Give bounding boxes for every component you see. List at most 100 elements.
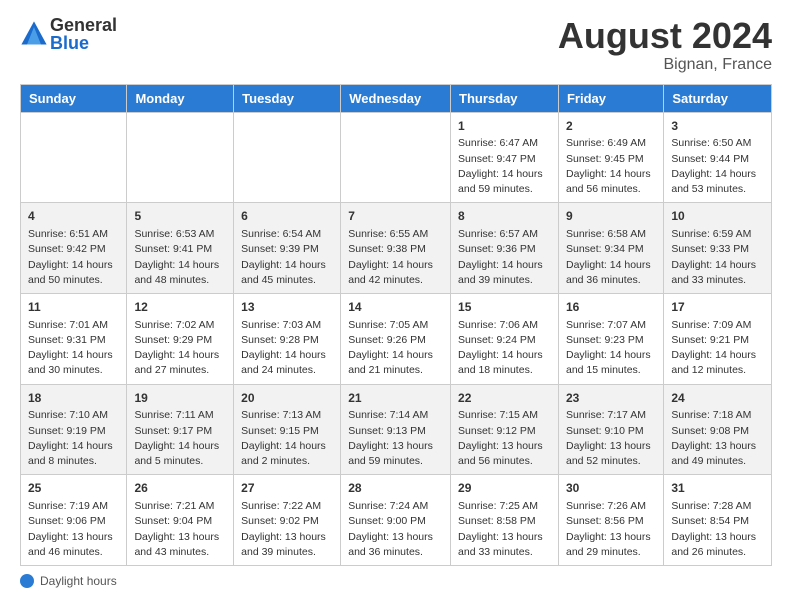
day-number: 10	[671, 208, 764, 225]
calendar-cell-w2-d4: 8Sunrise: 6:57 AMSunset: 9:36 PMDaylight…	[451, 203, 559, 294]
day-number: 11	[28, 299, 119, 316]
day-info: Sunrise: 7:10 AMSunset: 9:19 PMDaylight:…	[28, 408, 119, 469]
header-wednesday: Wednesday	[341, 84, 451, 112]
calendar-cell-w4-d3: 21Sunrise: 7:14 AMSunset: 9:13 PMDayligh…	[341, 384, 451, 475]
day-info: Sunrise: 7:17 AMSunset: 9:10 PMDaylight:…	[566, 408, 656, 469]
header-friday: Friday	[558, 84, 663, 112]
day-info: Sunrise: 7:06 AMSunset: 9:24 PMDaylight:…	[458, 318, 551, 379]
day-info: Sunrise: 6:49 AMSunset: 9:45 PMDaylight:…	[566, 136, 656, 197]
calendar-cell-w1-d6: 3Sunrise: 6:50 AMSunset: 9:44 PMDaylight…	[664, 112, 772, 203]
header-saturday: Saturday	[664, 84, 772, 112]
calendar-header-row: Sunday Monday Tuesday Wednesday Thursday…	[21, 84, 772, 112]
calendar-cell-w3-d5: 16 Sunrise: 7:07 AMSunset: 9:23 PMDayligh…	[558, 293, 663, 384]
day-info: Sunrise: 7:22 AMSunset: 9:02 PMDaylight:…	[241, 499, 333, 560]
day-number: 30	[566, 480, 656, 497]
logo-icon	[20, 20, 48, 48]
calendar-cell-w2-d5: 9Sunrise: 6:58 AMSunset: 9:34 PMDaylight…	[558, 203, 663, 294]
day-number: 25	[28, 480, 119, 497]
calendar-cell-w1-d4: 1Sunrise: 6:47 AMSunset: 9:47 PMDaylight…	[451, 112, 559, 203]
day-number: 31	[671, 480, 764, 497]
day-info: Sunrise: 6:47 AMSunset: 9:47 PMDaylight:…	[458, 136, 551, 197]
calendar-cell-w1-d0	[21, 112, 127, 203]
calendar-week-2: 4 Sunrise: 6:51 AMSunset: 9:42 PMDaylight…	[21, 203, 772, 294]
calendar-cell-w1-d2	[234, 112, 341, 203]
calendar-cell-w2-d2: 6 Sunrise: 6:54 AMSunset: 9:39 PMDaylight…	[234, 203, 341, 294]
footer-dot-icon	[20, 574, 34, 588]
calendar-cell-w2-d1: 5Sunrise: 6:53 AMSunset: 9:41 PMDaylight…	[127, 203, 234, 294]
day-info: Sunrise: 7:25 AMSunset: 8:58 PMDaylight:…	[458, 499, 551, 560]
day-number: 14	[348, 299, 443, 316]
day-number: 13	[241, 299, 333, 316]
day-number: 27	[241, 480, 333, 497]
calendar-cell-w3-d4: 15 Sunrise: 7:06 AMSunset: 9:24 PMDayligh…	[451, 293, 559, 384]
calendar-week-1: 1Sunrise: 6:47 AMSunset: 9:47 PMDaylight…	[21, 112, 772, 203]
day-number: 9	[566, 208, 656, 225]
day-number: 1	[458, 118, 551, 135]
day-info: Sunrise: 6:51 AMSunset: 9:42 PMDaylight:…	[28, 227, 119, 288]
day-number: 3	[671, 118, 764, 135]
calendar-week-4: 18Sunrise: 7:10 AMSunset: 9:19 PMDayligh…	[21, 384, 772, 475]
day-info: Sunrise: 7:02 AMSunset: 9:29 PMDaylight:…	[134, 318, 226, 379]
day-number: 6	[241, 208, 333, 225]
day-info: Sunrise: 6:54 AMSunset: 9:39 PMDaylight:…	[241, 227, 333, 288]
logo-general-text: General	[50, 16, 117, 34]
calendar-cell-w5-d2: 27 Sunrise: 7:22 AMSunset: 9:02 PMDayligh…	[234, 475, 341, 566]
calendar-cell-w1-d1	[127, 112, 234, 203]
day-number: 15	[458, 299, 551, 316]
day-number: 24	[671, 390, 764, 407]
day-info: Sunrise: 7:26 AMSunset: 8:56 PMDaylight:…	[566, 499, 656, 560]
calendar-week-3: 11 Sunrise: 7:01 AMSunset: 9:31 PMDayligh…	[21, 293, 772, 384]
calendar-cell-w4-d4: 22Sunrise: 7:15 AMSunset: 9:12 PMDayligh…	[451, 384, 559, 475]
day-number: 8	[458, 208, 551, 225]
header-tuesday: Tuesday	[234, 84, 341, 112]
day-number: 20	[241, 390, 333, 407]
day-info: Sunrise: 7:24 AMSunset: 9:00 PMDaylight:…	[348, 499, 443, 560]
calendar-cell-w4-d1: 19Sunrise: 7:11 AMSunset: 9:17 PMDayligh…	[127, 384, 234, 475]
location: Bignan, France	[558, 56, 772, 74]
day-info: Sunrise: 7:13 AMSunset: 9:15 PMDaylight:…	[241, 408, 333, 469]
calendar-cell-w5-d5: 30 Sunrise: 7:26 AMSunset: 8:56 PMDayligh…	[558, 475, 663, 566]
day-number: 2	[566, 118, 656, 135]
header-monday: Monday	[127, 84, 234, 112]
day-number: 7	[348, 208, 443, 225]
day-info: Sunrise: 7:03 AMSunset: 9:28 PMDaylight:…	[241, 318, 333, 379]
logo-blue-text: Blue	[50, 34, 117, 52]
calendar-cell-w3-d6: 17Sunrise: 7:09 AMSunset: 9:21 PMDayligh…	[664, 293, 772, 384]
calendar-cell-w3-d2: 13 Sunrise: 7:03 AMSunset: 9:28 PMDayligh…	[234, 293, 341, 384]
calendar-cell-w2-d0: 4 Sunrise: 6:51 AMSunset: 9:42 PMDaylight…	[21, 203, 127, 294]
calendar-cell-w2-d6: 10 Sunrise: 6:59 AMSunset: 9:33 PMDayligh…	[664, 203, 772, 294]
calendar-cell-w4-d2: 20Sunrise: 7:13 AMSunset: 9:15 PMDayligh…	[234, 384, 341, 475]
day-info: Sunrise: 6:50 AMSunset: 9:44 PMDaylight:…	[671, 136, 764, 197]
day-number: 22	[458, 390, 551, 407]
day-number: 4	[28, 208, 119, 225]
day-number: 16	[566, 299, 656, 316]
day-info: Sunrise: 7:15 AMSunset: 9:12 PMDaylight:…	[458, 408, 551, 469]
calendar-cell-w4-d0: 18Sunrise: 7:10 AMSunset: 9:19 PMDayligh…	[21, 384, 127, 475]
day-info: Sunrise: 7:14 AMSunset: 9:13 PMDaylight:…	[348, 408, 443, 469]
day-info: Sunrise: 7:07 AMSunset: 9:23 PMDaylight:…	[566, 318, 656, 379]
day-info: Sunrise: 7:09 AMSunset: 9:21 PMDaylight:…	[671, 318, 764, 379]
day-info: Sunrise: 6:59 AMSunset: 9:33 PMDaylight:…	[671, 227, 764, 288]
calendar-cell-w5-d6: 31Sunrise: 7:28 AMSunset: 8:54 PMDayligh…	[664, 475, 772, 566]
day-number: 18	[28, 390, 119, 407]
calendar-cell-w2-d3: 7 Sunrise: 6:55 AMSunset: 9:38 PMDaylight…	[341, 203, 451, 294]
day-info: Sunrise: 6:55 AMSunset: 9:38 PMDaylight:…	[348, 227, 443, 288]
calendar-cell-w4-d5: 23Sunrise: 7:17 AMSunset: 9:10 PMDayligh…	[558, 384, 663, 475]
day-info: Sunrise: 7:01 AMSunset: 9:31 PMDaylight:…	[28, 318, 119, 379]
calendar-cell-w5-d1: 26 Sunrise: 7:21 AMSunset: 9:04 PMDayligh…	[127, 475, 234, 566]
day-number: 19	[134, 390, 226, 407]
calendar-cell-w5-d3: 28 Sunrise: 7:24 AMSunset: 9:00 PMDayligh…	[341, 475, 451, 566]
calendar-week-5: 25Sunrise: 7:19 AMSunset: 9:06 PMDayligh…	[21, 475, 772, 566]
day-info: Sunrise: 7:21 AMSunset: 9:04 PMDaylight:…	[134, 499, 226, 560]
day-number: 21	[348, 390, 443, 407]
header-thursday: Thursday	[451, 84, 559, 112]
footer-label: Daylight hours	[40, 574, 117, 588]
day-number: 12	[134, 299, 226, 316]
page: General Blue August 2024 Bignan, France …	[0, 0, 792, 612]
day-number: 28	[348, 480, 443, 497]
logo-text: General Blue	[50, 16, 117, 52]
day-number: 26	[134, 480, 226, 497]
calendar-cell-w4-d6: 24Sunrise: 7:18 AMSunset: 9:08 PMDayligh…	[664, 384, 772, 475]
month-title: August 2024	[558, 16, 772, 56]
logo: General Blue	[20, 16, 117, 52]
